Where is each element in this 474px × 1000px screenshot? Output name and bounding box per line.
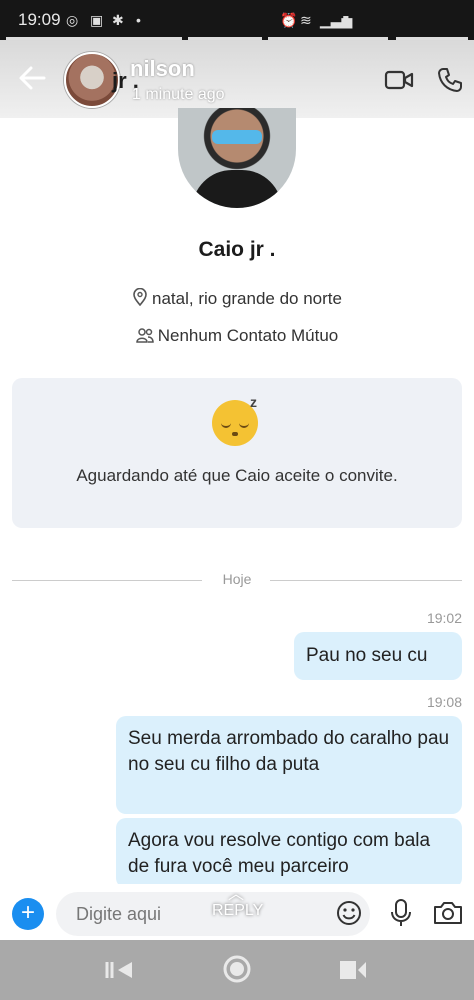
location-pin-icon — [133, 287, 147, 307]
wifi-icon: ≋ — [300, 12, 312, 28]
message-bubble[interactable]: Pau no seu cu — [294, 632, 462, 680]
mutual-text: Nenhum Contato Mútuo — [157, 326, 339, 345]
invite-pending-text: Aguardando até que Caio aceite o convite… — [76, 466, 398, 485]
system-nav-bar — [0, 940, 474, 1000]
contact-name[interactable]: nilson — [130, 56, 195, 82]
message-time: 19:08 — [426, 694, 462, 710]
reply-label[interactable]: REPLY — [212, 902, 263, 920]
day-divider: Hoje — [12, 570, 462, 590]
back-nav-icon[interactable] — [338, 958, 368, 982]
settings-icon: ✱ — [112, 12, 124, 28]
microphone-icon[interactable] — [388, 898, 414, 928]
whatsapp-icon: ◎ — [66, 12, 79, 28]
back-arrow-icon[interactable] — [14, 60, 50, 96]
last-seen: 1 minute ago — [132, 86, 225, 103]
mutual-row: Nenhum Contato Mútuo — [0, 326, 474, 346]
recents-icon[interactable] — [104, 958, 134, 982]
video-call-icon[interactable] — [384, 68, 414, 92]
sleeping-face-icon: z — [212, 394, 258, 446]
message-input-placeholder: Digite aqui — [76, 904, 162, 924]
message-bubble[interactable]: Agora vou resolve contigo com bala de fu… — [116, 818, 462, 888]
invite-pending-card: z Aguardando até que Caio aceite o convi… — [12, 378, 462, 528]
chevron-up-icon[interactable]: ︿ — [228, 880, 244, 904]
profile-photo — [178, 108, 296, 208]
camera-icon[interactable] — [432, 900, 464, 926]
location-row: natal, rio grande do norte — [0, 287, 474, 309]
add-attachment-button[interactable]: + — [12, 898, 44, 930]
message-time: 19:02 — [426, 610, 462, 626]
profile-name: Caio jr . — [198, 238, 276, 261]
location-text: natal, rio grande do norte — [152, 289, 342, 308]
phone-call-icon[interactable] — [436, 66, 464, 94]
emoji-icon[interactable] — [336, 900, 362, 926]
gallery-icon: ▣ — [90, 12, 104, 28]
battery-icon: ▮ — [342, 12, 350, 28]
home-icon[interactable] — [222, 954, 252, 984]
alarm-icon: ⏰ — [280, 12, 298, 28]
day-label: Hoje — [222, 571, 252, 587]
chat-header: jr . nilson 1 minute ago — [0, 40, 474, 118]
status-bar: 19:09 ◎ ▣ ✱ • ⏰ ≋ ▁▃▅ ▮ — [0, 0, 474, 40]
people-icon — [135, 328, 154, 343]
status-time: 19:09 — [18, 10, 61, 29]
message-bubble[interactable]: Seu merda arrombado do caralho pau no se… — [116, 716, 462, 814]
dot-icon: • — [136, 12, 141, 28]
message-composer: + Digite aqui ︿ REPLY — [0, 884, 474, 940]
